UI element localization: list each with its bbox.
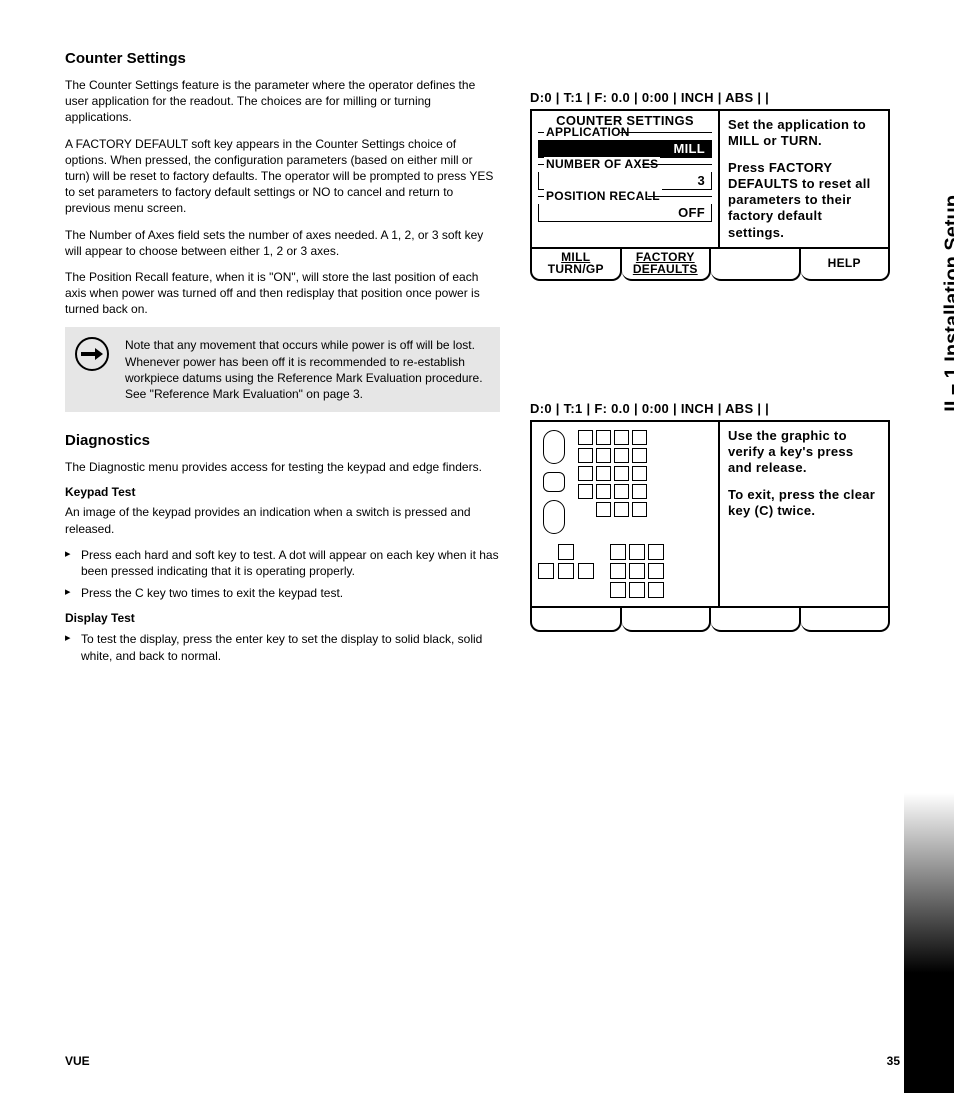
lcd-status-bar: D:0 | T:1 | F: 0.0 | 0:00 | INCH | ABS |… [530,401,895,416]
softkey-factory-defaults: FACTORY DEFAULTS [622,249,712,281]
softkey-blank [801,608,891,632]
subheading-display-test: Display Test [65,611,500,625]
softkey-blank [711,608,801,632]
field-label: APPLICATION [544,125,632,139]
note-text: Note that any movement that occurs while… [125,337,490,402]
softkey-blank [622,608,712,632]
heading-diagnostics: Diagnostics [65,432,500,449]
lcd-help-panel: Set the application to MILL or TURN. Pre… [720,109,890,249]
field-value-recall: OFF [538,204,712,222]
body-text: The Counter Settings feature is the para… [65,77,500,126]
softkey-mill-turn: MILL TURN/GP [530,249,622,281]
help-text: Set the application to MILL or TURN. [728,117,880,150]
lcd-left-panel: COUNTER SETTINGS APPLICATION MILL NUMBER… [530,109,720,249]
subheading-keypad-test: Keypad Test [65,485,500,499]
keypad-key [578,563,594,579]
field-value-axes: 3 [538,172,712,190]
keypad-key [543,500,565,534]
body-text: A FACTORY DEFAULT soft key appears in th… [65,136,500,217]
help-text: Use the graphic to verify a key's press … [728,428,880,477]
side-gradient [904,793,954,1093]
softkey-help: HELP [801,249,891,281]
keypad-key [543,430,565,464]
list-item: To test the display, press the enter key… [65,631,500,663]
lcd-keypad-graphic [530,420,720,608]
body-text: An image of the keypad provides an indic… [65,504,500,536]
list-item: Press the C key two times to exit the ke… [65,585,500,601]
help-text: Press FACTORY DEFAULTS to reset all para… [728,160,880,241]
help-text: To exit, press the clear key (C) twice. [728,487,880,520]
keypad-key [538,563,554,579]
keypad-key [558,544,574,560]
footer-product: VUE [65,1054,90,1068]
body-text: The Diagnostic menu provides access for … [65,459,500,475]
lcd-status-bar: D:0 | T:1 | F: 0.0 | 0:00 | INCH | ABS |… [530,90,895,105]
field-label: POSITION RECALL [544,189,662,203]
keypad-key [543,472,565,492]
field-value-application: MILL [538,140,712,158]
heading-counter-settings: Counter Settings [65,50,500,67]
softkey-blank [711,249,801,281]
keypad-key [558,563,574,579]
body-text: The Position Recall feature, when it is … [65,269,500,318]
footer-page-number: 35 [887,1054,900,1068]
section-tab: II – 1 Installation Setup [942,195,954,412]
lcd-help-panel: Use the graphic to verify a key's press … [720,420,890,608]
list-item: Press each hard and soft key to test. A … [65,547,500,579]
arrow-right-icon [75,337,109,371]
body-text: The Number of Axes field sets the number… [65,227,500,259]
note-box: Note that any movement that occurs while… [65,327,500,412]
softkey-blank [530,608,622,632]
